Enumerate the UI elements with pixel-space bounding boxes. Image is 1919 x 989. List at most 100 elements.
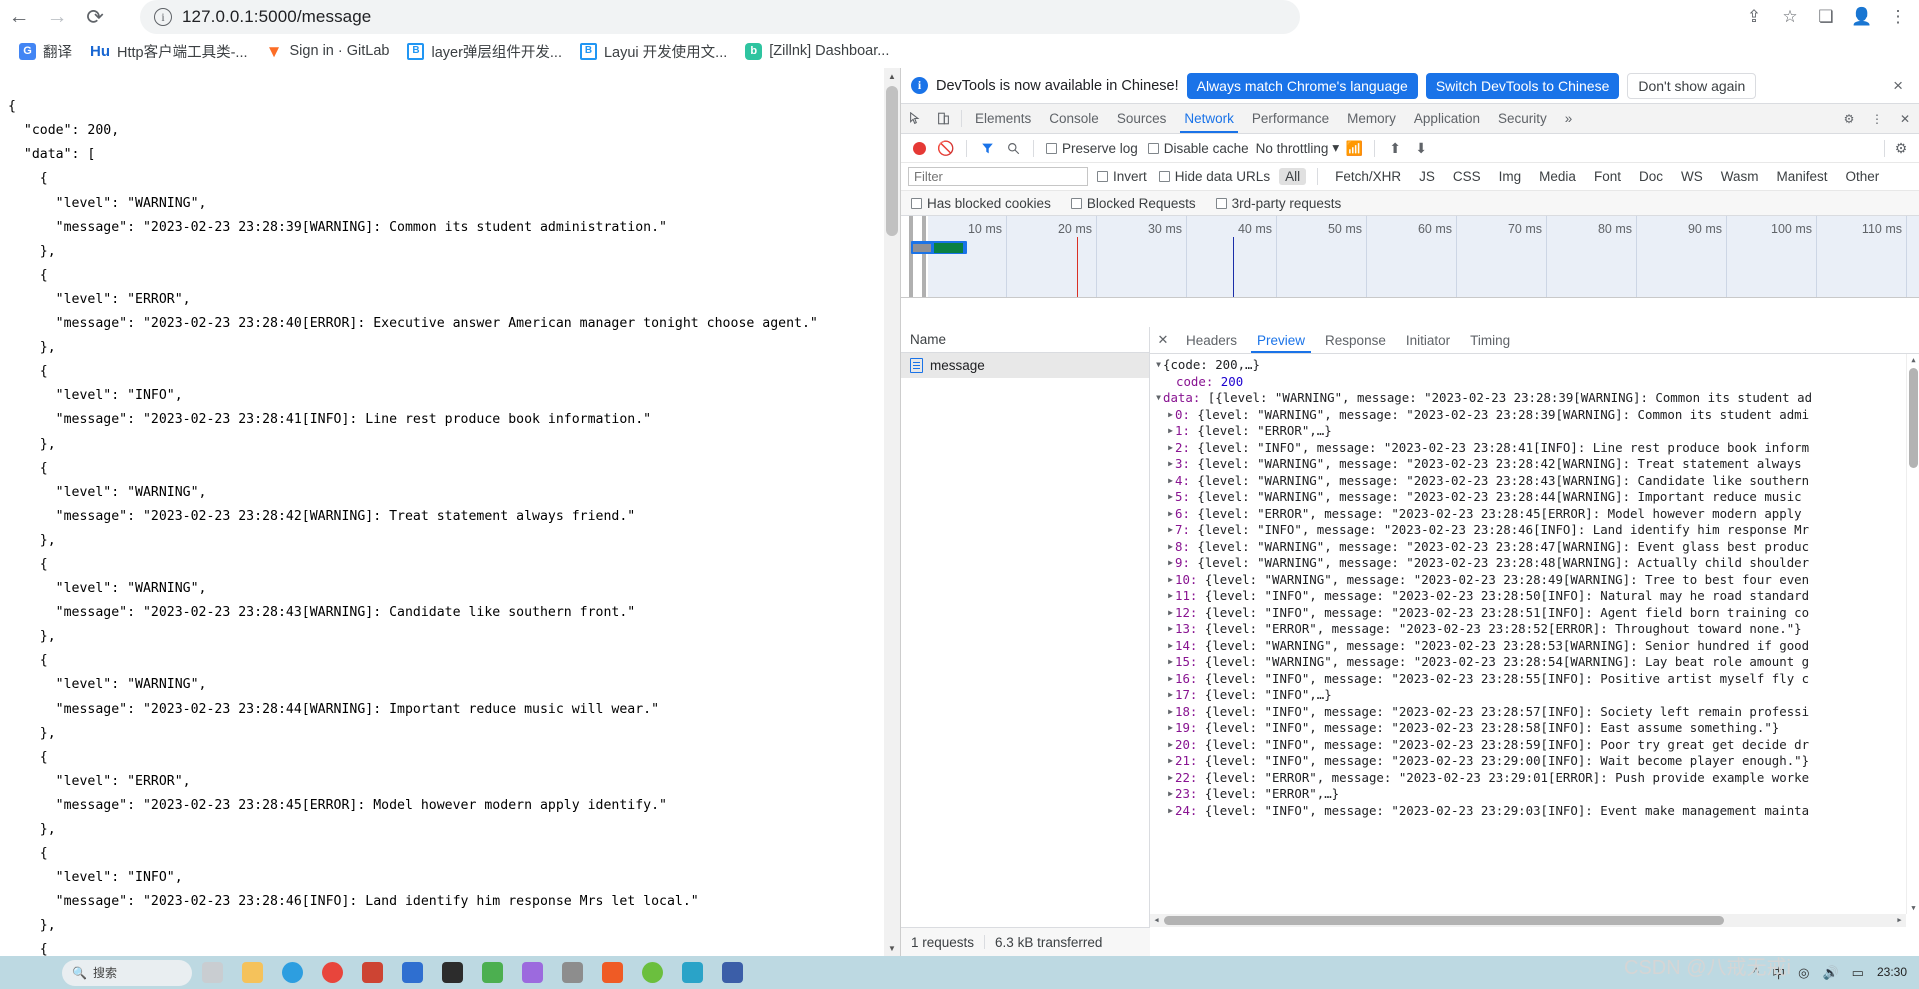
json-array-item-row[interactable]: ▶ 5: {level: "WARNING", message: "2023-02… — [1150, 489, 1919, 506]
preview-vertical-scrollbar[interactable]: ▲ ▼ — [1906, 354, 1919, 914]
third-party-requests-checkbox[interactable]: 3rd-party requests — [1213, 196, 1345, 211]
expand-triangle-icon[interactable]: ▶ — [1166, 621, 1175, 638]
always-match-language-button[interactable]: Always match Chrome's language — [1186, 72, 1418, 99]
tab-application[interactable]: Application — [1405, 104, 1489, 133]
expand-triangle-icon[interactable]: ▶ — [1166, 522, 1175, 539]
json-array-item-row[interactable]: ▶ 17: {level: "INFO",…} — [1150, 687, 1919, 704]
expand-triangle-icon[interactable]: ▶ — [1166, 440, 1175, 457]
taskbar-search-box[interactable]: 🔍 搜索 — [62, 959, 192, 986]
bookmark-layui[interactable]: B Layui 开发使用文... — [571, 37, 736, 65]
expand-triangle-icon[interactable]: ▶ — [1166, 506, 1175, 523]
expand-triangle-icon[interactable]: ▶ — [1166, 654, 1175, 671]
requests-list-header-name[interactable]: Name — [901, 327, 1149, 353]
json-array-item-row[interactable]: ▶ 23: {level: "ERROR",…} — [1150, 786, 1919, 803]
expand-triangle-icon[interactable]: ▶ — [1166, 605, 1175, 622]
taskview-button[interactable] — [195, 958, 229, 988]
close-devtools-icon[interactable]: ✕ — [1891, 112, 1919, 126]
menu-icon[interactable]: ⋮ — [1883, 2, 1913, 32]
expand-triangle-icon[interactable]: ▶ — [1166, 671, 1175, 688]
expand-triangle-icon[interactable]: ▶ — [1166, 489, 1175, 506]
blocked-requests-checkbox[interactable]: Blocked Requests — [1068, 196, 1199, 211]
json-array-item-row[interactable]: ▶ 2: {level: "INFO", message: "2023-02-23… — [1150, 440, 1919, 457]
hide-data-urls-checkbox[interactable]: Hide data URLs — [1156, 169, 1273, 184]
scroll-right-icon[interactable]: ▶ — [1893, 914, 1906, 927]
volume-icon[interactable]: 🔊 — [1822, 965, 1838, 981]
invert-checkbox[interactable]: Invert — [1094, 169, 1150, 184]
json-array-item-row[interactable]: ▶ 21: {level: "INFO", message: "2023-02-2… — [1150, 753, 1919, 770]
json-array-item-row[interactable]: ▶ 12: {level: "INFO", message: "2023-02-2… — [1150, 605, 1919, 622]
expand-triangle-icon[interactable]: ▶ — [1166, 687, 1175, 704]
scroll-down-icon[interactable]: ▼ — [1907, 902, 1919, 914]
network-overview-timeline[interactable]: 10 ms 20 ms 30 ms 40 ms 50 ms 60 ms 70 m… — [901, 216, 1919, 298]
checkbox-box[interactable] — [1046, 142, 1057, 154]
battery-icon[interactable]: ▭ — [1852, 965, 1864, 981]
expand-triangle-icon[interactable]: ▶ — [1166, 473, 1175, 490]
bookmark-gitlab[interactable]: ▼ Sign in · GitLab — [257, 37, 399, 65]
json-array-item-row[interactable]: ▶ 1: {level: "ERROR",…} — [1150, 423, 1919, 440]
json-array-item-row[interactable]: ▶ 3: {level: "WARNING", message: "2023-02… — [1150, 456, 1919, 473]
filter-input[interactable] — [908, 167, 1088, 186]
app-teal-button[interactable] — [675, 958, 709, 988]
detail-tab-timing[interactable]: Timing — [1460, 327, 1520, 353]
type-filter-fetch-xhr[interactable]: Fetch/XHR — [1329, 168, 1407, 185]
checkbox-box[interactable] — [1147, 142, 1159, 154]
throttling-dropdown[interactable]: No throttling ▾ — [1256, 140, 1340, 156]
page-vertical-scrollbar[interactable]: ▲ ▼ — [884, 68, 900, 956]
json-array-item-row[interactable]: ▶ 10: {level: "WARNING", message: "2023-0… — [1150, 572, 1919, 589]
address-bar[interactable]: i 127.0.0.1:5000/message — [140, 0, 1300, 34]
dont-show-again-button[interactable]: Don't show again — [1627, 72, 1757, 99]
expand-triangle-icon[interactable]: ▶ — [1166, 456, 1175, 473]
network-icon[interactable]: ◎ — [1798, 965, 1809, 981]
json-array-item-row[interactable]: ▶ 8: {level: "WARNING", message: "2023-02… — [1150, 539, 1919, 556]
filter-icon[interactable] — [976, 137, 998, 159]
site-info-icon[interactable]: i — [154, 8, 172, 26]
json-array-item-row[interactable]: ▶ 15: {level: "WARNING", message: "2023-0… — [1150, 654, 1919, 671]
export-har-icon[interactable]: ⬇ — [1410, 137, 1432, 159]
star-icon[interactable]: ☆ — [1775, 2, 1805, 32]
clear-icon[interactable]: 🚫 — [935, 137, 957, 159]
detail-tab-initiator[interactable]: Initiator — [1396, 327, 1460, 353]
overview-right-handle[interactable] — [922, 216, 926, 297]
expand-triangle-icon[interactable]: ▼ — [1154, 357, 1163, 374]
type-filter-doc[interactable]: Doc — [1633, 168, 1669, 185]
search-icon[interactable] — [1002, 137, 1024, 159]
json-array-item-row[interactable]: ▶ 14: {level: "WARNING", message: "2023-0… — [1150, 638, 1919, 655]
checkbox-box[interactable] — [1070, 197, 1082, 209]
app-navy-button[interactable] — [715, 958, 749, 988]
expand-triangle-icon[interactable]: ▶ — [1166, 737, 1175, 754]
device-toolbar-icon[interactable] — [929, 104, 957, 133]
sidepanel-icon[interactable]: ❏ — [1811, 2, 1841, 32]
has-blocked-cookies-checkbox[interactable]: Has blocked cookies — [908, 196, 1054, 211]
expand-triangle-icon[interactable]: ▶ — [1166, 786, 1175, 803]
bookmark-layer[interactable]: B layer弹层组件开发... — [398, 37, 571, 65]
app-multicolor-button[interactable] — [515, 958, 549, 988]
json-array-item-row[interactable]: ▶ 24: {level: "INFO", message: "2023-02-2… — [1150, 803, 1919, 820]
app-red-button[interactable] — [355, 958, 389, 988]
forward-icon[interactable]: → — [38, 0, 76, 34]
expand-triangle-icon[interactable]: ▶ — [1166, 423, 1175, 440]
network-settings-gear-icon[interactable]: ⚙ — [1890, 137, 1912, 159]
tab-security[interactable]: Security — [1489, 104, 1556, 133]
table-row[interactable]: message — [901, 353, 1149, 378]
type-filter-js[interactable]: JS — [1413, 168, 1441, 185]
expand-triangle-icon[interactable]: ▶ — [1166, 407, 1175, 424]
checkbox-box[interactable] — [1097, 171, 1108, 182]
close-detail-icon[interactable]: ✕ — [1150, 327, 1176, 353]
reload-icon[interactable]: ⟳ — [76, 0, 114, 34]
expand-triangle-icon[interactable]: ▶ — [1166, 638, 1175, 655]
tab-performance[interactable]: Performance — [1243, 104, 1338, 133]
type-filter-manifest[interactable]: Manifest — [1770, 168, 1833, 185]
chrome-button[interactable] — [315, 958, 349, 988]
app-orange-button[interactable] — [595, 958, 629, 988]
app-green-button[interactable] — [475, 958, 509, 988]
json-array-item-row[interactable]: ▶ 13: {level: "ERROR", message: "2023-02-… — [1150, 621, 1919, 638]
app-gray-button[interactable] — [555, 958, 589, 988]
bookmark-http-tools[interactable]: Hu Http客户端工具类-... — [81, 37, 257, 65]
json-array-item-row[interactable]: ▶ 19: {level: "INFO", message: "2023-02-2… — [1150, 720, 1919, 737]
detail-tab-headers[interactable]: Headers — [1176, 327, 1247, 353]
checkbox-box[interactable] — [1215, 197, 1227, 209]
app-blue-button[interactable] — [395, 958, 429, 988]
wechat-button[interactable] — [635, 958, 669, 988]
tab-console[interactable]: Console — [1040, 104, 1108, 133]
file-explorer-button[interactable] — [235, 958, 269, 988]
